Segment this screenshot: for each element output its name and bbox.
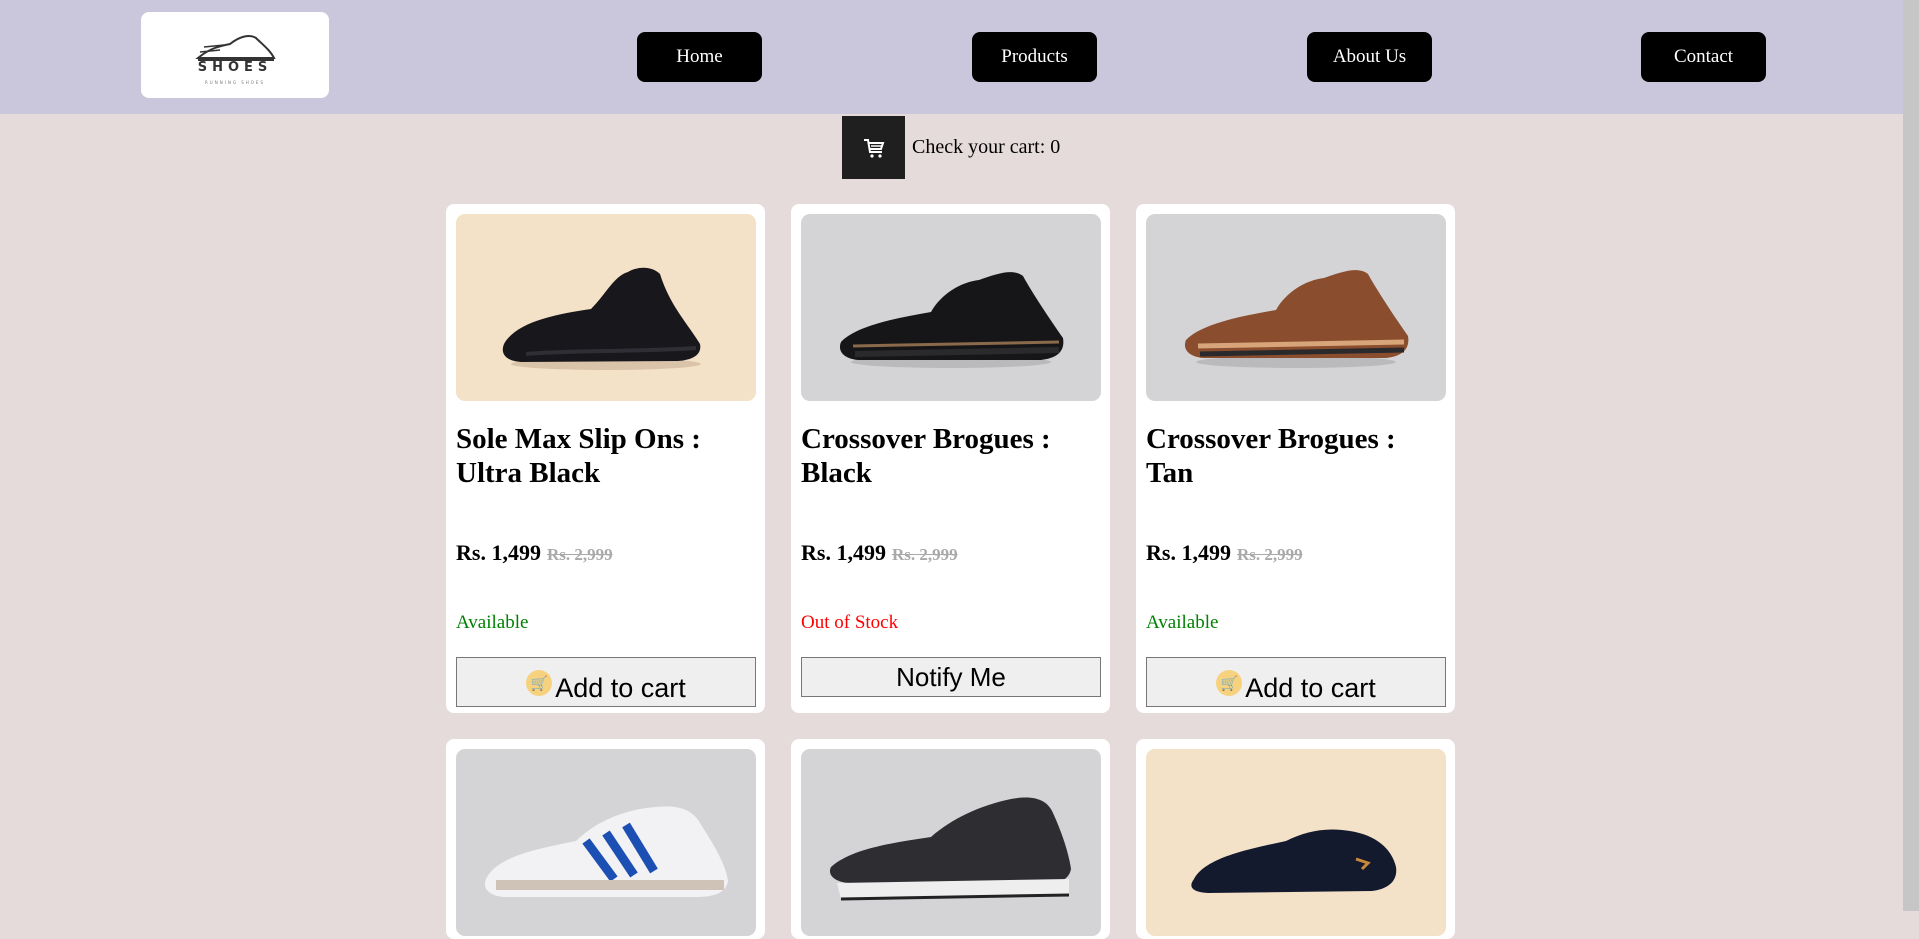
product-image[interactable] xyxy=(456,214,756,401)
notify-me-button[interactable]: Notify Me xyxy=(801,657,1101,697)
cart-badge-icon: 🛒 xyxy=(526,670,553,696)
logo-tagline: RUNNING SHOES xyxy=(205,80,265,85)
button-label: Add to cart xyxy=(1245,673,1376,703)
product-image[interactable] xyxy=(801,749,1101,936)
availability-status: Available xyxy=(1146,612,1219,633)
cart-status: Check your cart: 0 xyxy=(842,116,1060,179)
product-price: Rs. 1,499 xyxy=(456,540,541,565)
nav-home-button[interactable]: Home xyxy=(637,32,762,82)
product-image[interactable] xyxy=(1146,214,1446,401)
product-card xyxy=(1136,739,1455,939)
price-row: Rs. 1,499 Rs. 2,999 xyxy=(456,540,613,566)
logo[interactable]: SHOES RUNNING SHOES xyxy=(141,12,329,98)
button-label: Add to cart xyxy=(555,673,686,703)
add-to-cart-button[interactable]: 🛒 Add to cart xyxy=(456,657,756,707)
product-image[interactable] xyxy=(456,749,756,936)
product-name: Crossover Brogues : Tan xyxy=(1146,423,1396,489)
product-old-price: Rs. 2,999 xyxy=(546,545,613,564)
cart-label: Check your cart: 0 xyxy=(912,136,1061,158)
site-header: SHOES RUNNING SHOES Home Products About … xyxy=(0,0,1903,114)
product-card xyxy=(446,739,765,939)
nav-products-button[interactable]: Products xyxy=(972,32,1097,82)
product-image[interactable] xyxy=(1146,749,1446,936)
vertical-scrollbar[interactable] xyxy=(1903,0,1919,911)
add-to-cart-button[interactable]: 🛒 Add to cart xyxy=(1146,657,1446,707)
cart-badge-icon: 🛒 xyxy=(1216,670,1243,696)
nav-about-button[interactable]: About Us xyxy=(1307,32,1432,82)
product-name: Crossover Brogues : Black xyxy=(801,423,1051,489)
availability-status: Out of Stock xyxy=(801,612,899,633)
button-label: Notify Me xyxy=(896,661,1006,692)
product-old-price: Rs. 2,999 xyxy=(891,545,958,564)
product-card: Crossover Brogues : Tan Rs. 1,499 Rs. 2,9… xyxy=(1136,204,1455,713)
product-card xyxy=(791,739,1110,939)
product-price: Rs. 1,499 xyxy=(801,540,886,565)
price-row: Rs. 1,499 Rs. 2,999 xyxy=(1146,540,1303,566)
availability-status: Available xyxy=(456,612,529,633)
product-old-price: Rs. 2,999 xyxy=(1236,545,1303,564)
nav-contact-button[interactable]: Contact xyxy=(1641,32,1766,82)
product-card: Crossover Brogues : Black Rs. 1,499 Rs. 2… xyxy=(791,204,1110,713)
product-card: Sole Max Slip Ons : Ultra Black Rs. 1,49… xyxy=(446,204,765,713)
product-price: Rs. 1,499 xyxy=(1146,540,1231,565)
cart-icon[interactable] xyxy=(842,116,905,179)
logo-brand: SHOES xyxy=(197,60,273,75)
product-image[interactable] xyxy=(801,214,1101,401)
price-row: Rs. 1,499 Rs. 2,999 xyxy=(801,540,958,566)
product-name: Sole Max Slip Ons : Ultra Black xyxy=(456,423,701,489)
